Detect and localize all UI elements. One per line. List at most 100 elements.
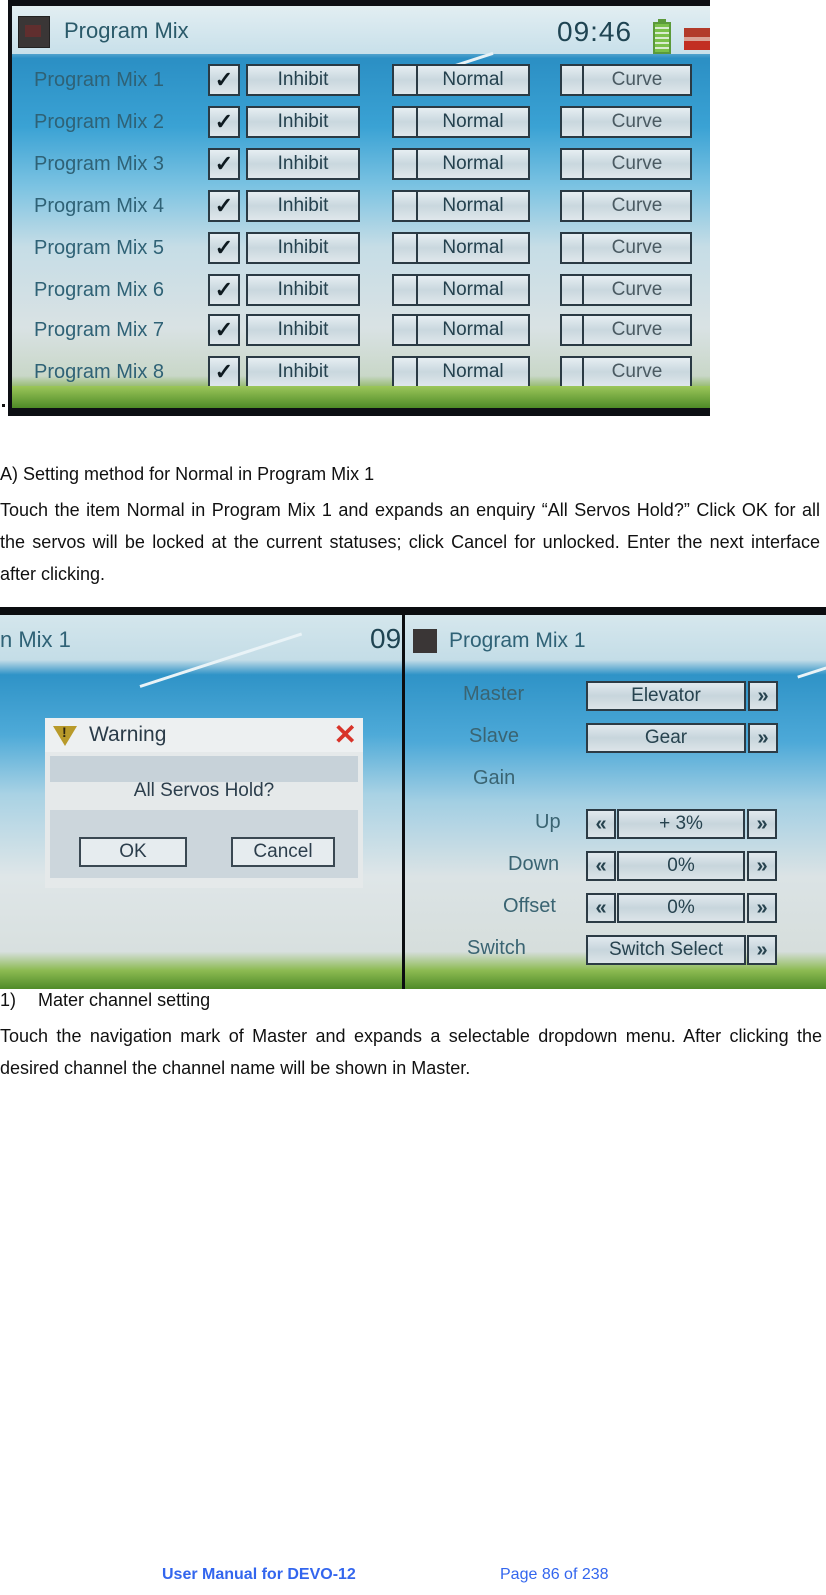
- paragraph: Touch the item Normal in Program Mix 1 a…: [0, 500, 820, 584]
- check-icon: ✓: [214, 317, 234, 342]
- offset-decrease-button[interactable]: «: [586, 893, 616, 923]
- check-icon: ✓: [214, 193, 234, 218]
- check-icon: ✓: [214, 67, 234, 92]
- check-icon: ✓: [214, 151, 234, 176]
- check-icon: ✓: [214, 277, 234, 302]
- airplane-graphic: [797, 666, 826, 679]
- list-label: Mater channel setting: [38, 990, 211, 1010]
- mix-label: Program Mix 6: [34, 279, 165, 301]
- slave-select[interactable]: Gear: [586, 723, 746, 753]
- dialog-band: [50, 756, 358, 782]
- down-value: 0%: [617, 851, 745, 881]
- screen-title: Program Mix: [64, 18, 189, 43]
- curve-button[interactable]: Curve: [582, 274, 692, 306]
- mix-label: Program Mix 5: [34, 237, 165, 259]
- app-icon: [18, 16, 50, 48]
- down-decrease-button[interactable]: «: [586, 851, 616, 881]
- combined-screen-photo: n Mix 1 09 Warning ✕ All Servos Hold? OK…: [0, 607, 826, 989]
- cancel-button[interactable]: Cancel: [231, 837, 335, 867]
- up-label: Up: [535, 811, 561, 833]
- normal-button[interactable]: Normal: [416, 190, 530, 222]
- switch-select[interactable]: Switch Select: [586, 935, 746, 965]
- warning-dialog: Warning ✕ All Servos Hold? OK Cancel: [45, 718, 363, 888]
- normal-button[interactable]: Normal: [416, 232, 530, 264]
- inhibit-button[interactable]: Inhibit: [246, 190, 360, 222]
- curve-button[interactable]: Curve: [582, 106, 692, 138]
- ok-button[interactable]: OK: [79, 837, 187, 867]
- program-mix-row: Program Mix 5 ✓ Inhibit Normal Curve: [12, 232, 710, 266]
- program-mix-row: Program Mix 8 ✓ Inhibit Normal Curve: [12, 356, 710, 390]
- up-value: + 3%: [617, 809, 745, 839]
- enable-checkbox[interactable]: ✓: [208, 314, 240, 346]
- dialog-header: Warning ✕: [45, 718, 363, 752]
- enable-checkbox[interactable]: ✓: [208, 274, 240, 306]
- mix-label: Program Mix 3: [34, 153, 165, 175]
- grass-graphic: [12, 386, 710, 408]
- gain-label: Gain: [473, 767, 516, 789]
- program-mix-row: Program Mix 3 ✓ Inhibit Normal Curve: [12, 148, 710, 182]
- program-mix-screen: Program Mix 09:46 Program Mix 1 ✓ Inhibit N…: [12, 6, 710, 408]
- program-mix-screen-photo: Program Mix 09:46 Program Mix 1 ✓ Inhibit N…: [8, 0, 710, 416]
- curve-button[interactable]: Curve: [582, 64, 692, 96]
- warning-icon: [53, 724, 77, 746]
- mix-label: Program Mix 2: [34, 111, 165, 133]
- battery-icon: [653, 19, 671, 54]
- offset-value: 0%: [617, 893, 745, 923]
- curve-button[interactable]: Curve: [582, 148, 692, 180]
- mix-label: Program Mix 1: [34, 69, 165, 91]
- normal-button[interactable]: Normal: [416, 64, 530, 96]
- offset-increase-button[interactable]: »: [747, 893, 777, 923]
- enable-checkbox[interactable]: ✓: [208, 106, 240, 138]
- list-number: 1): [0, 990, 17, 1010]
- mix-label: Program Mix 4: [34, 195, 165, 217]
- curve-button[interactable]: Curve: [582, 356, 692, 388]
- master-dropdown-arrow[interactable]: »: [748, 681, 778, 711]
- enable-checkbox[interactable]: ✓: [208, 148, 240, 180]
- program-mix-1-screen: Program Mix 1 Master Elevator » Slave Ge…: [405, 615, 826, 989]
- enable-checkbox[interactable]: ✓: [208, 232, 240, 264]
- inhibit-button[interactable]: Inhibit: [246, 148, 360, 180]
- inhibit-button[interactable]: Inhibit: [246, 274, 360, 306]
- master-select[interactable]: Elevator: [586, 681, 746, 711]
- normal-button[interactable]: Normal: [416, 314, 530, 346]
- slave-dropdown-arrow[interactable]: »: [748, 723, 778, 753]
- master-label: Master: [463, 683, 525, 705]
- switch-dropdown-arrow[interactable]: »: [747, 935, 777, 965]
- inhibit-button[interactable]: Inhibit: [246, 314, 360, 346]
- up-increase-button[interactable]: »: [747, 809, 777, 839]
- screen-titlebar: Program Mix 09:46: [12, 6, 710, 54]
- inhibit-button[interactable]: Inhibit: [246, 64, 360, 96]
- enable-checkbox[interactable]: ✓: [208, 356, 240, 388]
- close-icon[interactable]: ✕: [334, 718, 357, 751]
- normal-button[interactable]: Normal: [416, 356, 530, 388]
- offset-label: Offset: [503, 895, 556, 917]
- normal-button[interactable]: Normal: [416, 274, 530, 306]
- app-icon: [413, 629, 437, 653]
- program-mix-row: Program Mix 1 ✓ Inhibit Normal Curve: [12, 64, 710, 98]
- check-icon: ✓: [214, 109, 234, 134]
- dialog-title: Warning: [89, 723, 167, 746]
- up-decrease-button[interactable]: «: [586, 809, 616, 839]
- screen-title: n Mix 1: [0, 627, 71, 652]
- paragraph: Touch the navigation mark of Master and …: [0, 1026, 822, 1078]
- enable-checkbox[interactable]: ✓: [208, 190, 240, 222]
- curve-button[interactable]: Curve: [582, 232, 692, 264]
- inhibit-button[interactable]: Inhibit: [246, 232, 360, 264]
- airplane-graphic: [139, 632, 303, 688]
- down-label: Down: [508, 853, 560, 875]
- dialog-message: All Servos Hold?: [133, 780, 275, 801]
- normal-button[interactable]: Normal: [416, 148, 530, 180]
- signal-icon: [684, 28, 710, 50]
- inhibit-button[interactable]: Inhibit: [246, 106, 360, 138]
- enable-checkbox[interactable]: ✓: [208, 64, 240, 96]
- normal-button[interactable]: Normal: [416, 106, 530, 138]
- down-increase-button[interactable]: »: [747, 851, 777, 881]
- program-mix-row: Program Mix 4 ✓ Inhibit Normal Curve: [12, 190, 710, 224]
- mix-label: Program Mix 8: [34, 361, 165, 383]
- footer-manual-title: User Manual for DEVO-12: [162, 1566, 356, 1583]
- program-mix-row: Program Mix 2 ✓ Inhibit Normal Curve: [12, 106, 710, 140]
- inhibit-button[interactable]: Inhibit: [246, 356, 360, 388]
- curve-button[interactable]: Curve: [582, 314, 692, 346]
- section-heading: A) Setting method for Normal in Program …: [0, 464, 375, 484]
- curve-button[interactable]: Curve: [582, 190, 692, 222]
